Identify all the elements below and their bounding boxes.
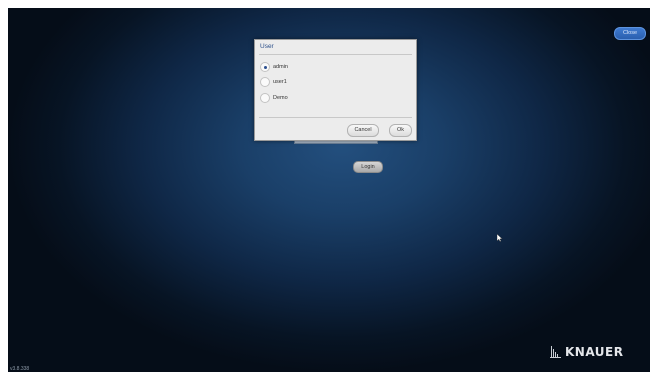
radio-icon[interactable] — [260, 93, 270, 103]
login-screen: Close Login User admin user1 Demo Cancel… — [8, 8, 650, 372]
knauer-logo: KNAUER — [550, 344, 623, 358]
knauer-logo-text: KNAUER — [565, 345, 624, 359]
radio-icon[interactable] — [260, 77, 270, 87]
dialog-title: User — [260, 43, 274, 50]
dialog-divider — [259, 117, 412, 118]
user-option-demo[interactable]: Demo — [260, 93, 288, 103]
dialog-divider — [259, 54, 412, 55]
cancel-button[interactable]: Cancel — [347, 124, 379, 137]
version-label: v3.8.338 — [10, 366, 30, 372]
login-button[interactable]: Login — [353, 161, 383, 173]
user-option-label: admin — [273, 64, 288, 70]
knauer-columns-icon — [550, 346, 561, 358]
mouse-pointer-icon — [497, 234, 503, 242]
close-button[interactable]: Close — [614, 27, 646, 40]
user-option-admin[interactable]: admin — [260, 62, 288, 72]
radio-selected-icon[interactable] — [260, 62, 270, 72]
ok-button[interactable]: Ok — [389, 124, 412, 137]
user-option-user1[interactable]: user1 — [260, 77, 287, 87]
user-option-label: Demo — [273, 95, 288, 101]
user-select-dialog: User admin user1 Demo Cancel Ok — [254, 39, 417, 141]
user-option-label: user1 — [273, 79, 287, 85]
